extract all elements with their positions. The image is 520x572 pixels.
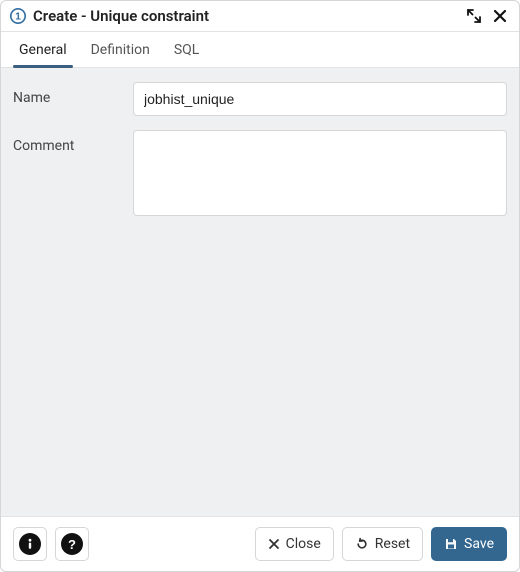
reset-icon bbox=[355, 537, 369, 551]
close-icon[interactable] bbox=[491, 7, 509, 25]
tab-general[interactable]: General bbox=[7, 32, 79, 67]
tab-definition[interactable]: Definition bbox=[79, 32, 162, 67]
save-icon bbox=[444, 537, 458, 551]
reset-button[interactable]: Reset bbox=[342, 527, 423, 561]
maximize-icon[interactable] bbox=[465, 7, 483, 25]
tabs: General Definition SQL bbox=[1, 32, 519, 68]
dialog-title: Create - Unique constraint bbox=[33, 7, 459, 25]
tab-content-general: Name Comment bbox=[1, 68, 519, 516]
save-button-label: Save bbox=[464, 536, 494, 552]
close-button-label: Close bbox=[286, 536, 321, 552]
reset-button-label: Reset bbox=[375, 536, 410, 552]
window-controls bbox=[465, 7, 509, 25]
x-icon bbox=[268, 538, 280, 550]
dialog-footer: ? Close Reset bbox=[1, 516, 519, 571]
save-button[interactable]: Save bbox=[431, 527, 507, 561]
name-label: Name bbox=[13, 82, 133, 116]
info-button[interactable] bbox=[13, 527, 47, 561]
field-row-name: Name bbox=[13, 82, 507, 116]
create-unique-constraint-dialog: 1 Create - Unique constraint General Def… bbox=[0, 0, 520, 572]
svg-text:1: 1 bbox=[15, 12, 21, 23]
help-button[interactable]: ? bbox=[55, 527, 89, 561]
comment-label: Comment bbox=[13, 130, 133, 220]
help-icon: ? bbox=[61, 533, 83, 555]
info-icon bbox=[19, 533, 41, 555]
titlebar: 1 Create - Unique constraint bbox=[1, 1, 519, 32]
field-row-comment: Comment bbox=[13, 130, 507, 220]
dialog-type-icon: 1 bbox=[9, 7, 27, 25]
tab-sql[interactable]: SQL bbox=[162, 32, 211, 67]
name-input[interactable] bbox=[133, 82, 507, 116]
comment-input[interactable] bbox=[133, 130, 507, 216]
close-button[interactable]: Close bbox=[255, 527, 334, 561]
